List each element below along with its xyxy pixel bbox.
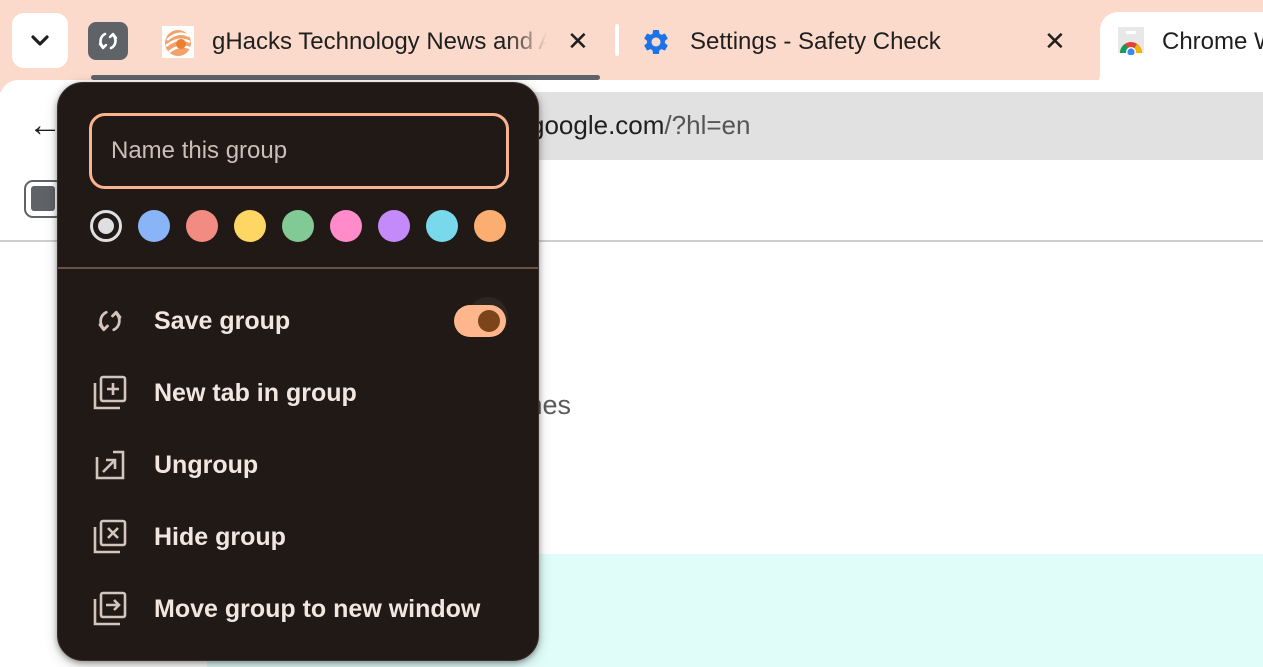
menu-item-hide-group[interactable]: Hide group <box>58 501 538 573</box>
color-swatch-pink[interactable] <box>330 210 362 242</box>
popup-divider <box>58 267 538 269</box>
hide-group-icon <box>90 517 130 557</box>
sync-icon <box>90 301 130 341</box>
color-swatch-yellow[interactable] <box>234 210 266 242</box>
color-swatch-cyan[interactable] <box>426 210 458 242</box>
menu-item-label: New tab in group <box>154 378 357 407</box>
group-color-picker <box>90 210 506 242</box>
toggle-knob[interactable] <box>478 310 500 332</box>
tab-group-editor: Save group New tab in group Ungroup <box>57 82 539 661</box>
tab-ghacks[interactable]: gHacks Technology News and Advice ✕ <box>162 14 602 70</box>
move-to-window-icon <box>90 589 130 629</box>
tab-title: Settings - Safety Check <box>690 28 941 55</box>
menu-item-move-to-new-window[interactable]: Move group to new window <box>58 573 538 645</box>
tab-separator <box>615 24 619 56</box>
tab-group-chip[interactable] <box>88 22 128 60</box>
chrome-web-store-icon <box>1116 25 1146 60</box>
url-host: google.com <box>530 110 665 140</box>
menu-item-ungroup[interactable]: Ungroup <box>58 429 538 501</box>
chevron-down-icon <box>31 34 49 46</box>
gear-icon <box>640 26 672 58</box>
tab-search-button[interactable] <box>12 13 68 68</box>
color-swatch-green[interactable] <box>282 210 314 242</box>
menu-item-label: Hide group <box>154 522 286 551</box>
tab-settings[interactable]: Settings - Safety Check ✕ <box>640 14 1080 70</box>
color-swatch-blue[interactable] <box>138 210 170 242</box>
tab-title: Chrome W <box>1162 28 1263 55</box>
ghacks-favicon <box>162 26 194 58</box>
group-name-input[interactable] <box>89 113 509 189</box>
menu-item-label: Move group to new window <box>154 594 481 623</box>
menu-item-label: Ungroup <box>154 450 259 479</box>
close-tab-button[interactable]: ✕ <box>1044 28 1066 54</box>
url-text[interactable]: google.com/?hl=en <box>530 110 750 141</box>
url-path: /?hl=en <box>664 110 751 140</box>
sync-saved-group-icon <box>98 32 118 50</box>
tab-title: gHacks Technology News and Advice <box>212 28 547 55</box>
close-tab-button[interactable]: ✕ <box>567 28 589 54</box>
color-swatch-orange[interactable] <box>474 210 506 242</box>
ungroup-icon <box>90 445 130 485</box>
menu-item-new-tab-in-group[interactable]: New tab in group <box>58 357 538 429</box>
tab-strip: gHacks Technology News and Advice ✕ Sett… <box>0 0 1263 92</box>
color-swatch-purple[interactable] <box>378 210 410 242</box>
color-swatch-grey[interactable] <box>90 210 122 242</box>
menu-item-label: Save group <box>154 306 291 335</box>
new-tab-in-group-icon <box>90 373 130 413</box>
color-swatch-red[interactable] <box>186 210 218 242</box>
